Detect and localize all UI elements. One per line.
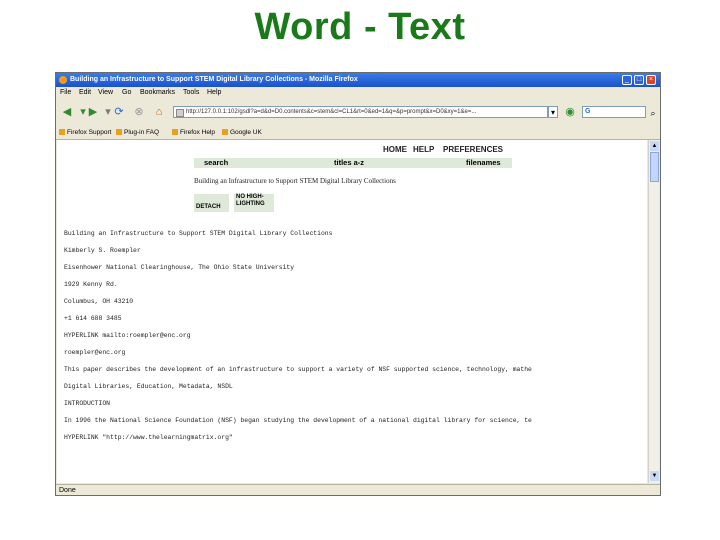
- bookmark-icon: [59, 129, 65, 136]
- tab-search[interactable]: search: [204, 158, 228, 168]
- bookmark-google-uk[interactable]: Google UK: [222, 126, 262, 139]
- window-title: Building an Infrastructure to Support ST…: [70, 76, 358, 83]
- menu-file[interactable]: File: [60, 87, 71, 99]
- close-button[interactable]: ×: [646, 75, 656, 85]
- search-icon[interactable]: ⌕: [646, 106, 660, 120]
- text-line: 1929 Kenny Rd.: [64, 281, 118, 288]
- status-bar: Done: [56, 484, 660, 495]
- page-favicon-icon: [176, 109, 184, 117]
- menu-help[interactable]: Help: [207, 87, 221, 99]
- bookmark-icon: [222, 129, 228, 136]
- menu-view[interactable]: View: [98, 87, 113, 99]
- url-dropdown-icon[interactable]: ▾: [548, 106, 558, 118]
- menu-bar: File Edit View Go Bookmarks Tools Help: [56, 87, 660, 99]
- page-content: HOME HELP PREFERENCES search titles a-z …: [57, 140, 647, 483]
- slide-title: Word - Text: [254, 6, 466, 48]
- tab-filenames[interactable]: filenames: [466, 158, 501, 168]
- text-line: INTRODUCTION: [64, 400, 111, 407]
- nav-preferences-link[interactable]: PREFERENCES: [443, 145, 503, 154]
- tab-titles[interactable]: titles a-z: [334, 158, 364, 168]
- nav-help-link[interactable]: HELP: [413, 145, 434, 154]
- home-icon[interactable]: ⌂: [152, 105, 166, 119]
- stop-icon[interactable]: ⊗: [132, 105, 146, 119]
- detach-button[interactable]: DETACH: [194, 194, 229, 212]
- menu-bookmarks[interactable]: Bookmarks: [140, 87, 175, 99]
- text-line: Eisenhower National Clearinghouse, The O…: [64, 264, 295, 271]
- bookmark-icon: [116, 129, 122, 136]
- bookmark-firefox-support[interactable]: Firefox Support: [59, 126, 111, 139]
- text-line: Kimberly S. Roempler: [64, 247, 141, 254]
- text-line: This paper describes the development of …: [64, 366, 532, 373]
- bookmark-plugin-faq[interactable]: Plug-in FAQ: [116, 126, 159, 139]
- address-bar[interactable]: http://127.0.0.1:102/gsdl?a=d&d=D0.conte…: [173, 106, 548, 118]
- search-tabs: search titles a-z filenames: [194, 158, 512, 168]
- email-hyperlink[interactable]: HYPERLINK mailto:roempler@enc.org: [64, 332, 191, 339]
- forward-arrow-icon[interactable]: ▶: [86, 105, 100, 119]
- scroll-up-icon[interactable]: ▲: [650, 141, 659, 151]
- title-bar: Building an Infrastructure to Support ST…: [56, 73, 660, 87]
- minimize-button[interactable]: _: [622, 75, 632, 85]
- reload-icon[interactable]: ⟳: [112, 105, 126, 119]
- search-engine-icon: G: [585, 108, 591, 115]
- no-highlighting-button[interactable]: NO HIGH-LIGHTING: [234, 194, 274, 212]
- menu-go[interactable]: Go: [122, 87, 131, 99]
- document-title: Building an Infrastructure to Support ST…: [194, 177, 396, 185]
- text-line: Digital Libraries, Education, Metadata, …: [64, 383, 233, 390]
- search-input[interactable]: G: [582, 106, 646, 118]
- scroll-down-icon[interactable]: ▼: [650, 471, 659, 481]
- navigation-toolbar: ◀ ▾ ▶ ▾ ⟳ ⊗ ⌂ http://127.0.0.1:102/gsdl?…: [56, 100, 660, 126]
- address-text: http://127.0.0.1:102/gsdl?a=d&d=D0.conte…: [186, 109, 477, 115]
- browser-window: Building an Infrastructure to Support ST…: [55, 72, 661, 496]
- bookmark-firefox-help[interactable]: Firefox Help: [172, 126, 215, 139]
- scroll-thumb[interactable]: [650, 152, 659, 182]
- text-line: roempler@enc.org: [64, 349, 126, 356]
- maximize-button[interactable]: □: [634, 75, 644, 85]
- firefox-icon: [59, 76, 67, 84]
- text-line: +1 614 688 3485: [64, 315, 122, 322]
- vertical-scrollbar[interactable]: ▲ ▼: [648, 140, 659, 483]
- text-line: In 1996 the National Science Foundation …: [64, 417, 532, 424]
- web-hyperlink[interactable]: HYPERLINK "http://www.thelearningmatrix.…: [64, 434, 233, 441]
- menu-tools[interactable]: Tools: [183, 87, 199, 99]
- menu-edit[interactable]: Edit: [79, 87, 91, 99]
- bookmark-icon: [172, 129, 178, 136]
- text-line: Building an Infrastructure to Support ST…: [64, 230, 333, 237]
- bookmarks-toolbar: Firefox Support Plug-in FAQ Firefox Help…: [56, 126, 660, 140]
- go-button-icon[interactable]: ◉: [563, 105, 577, 119]
- back-arrow-icon[interactable]: ◀: [60, 105, 74, 119]
- detach-label: DETACH: [196, 204, 221, 210]
- nav-home-link[interactable]: HOME: [383, 145, 407, 154]
- text-line: Columbus, OH 43210: [64, 298, 134, 305]
